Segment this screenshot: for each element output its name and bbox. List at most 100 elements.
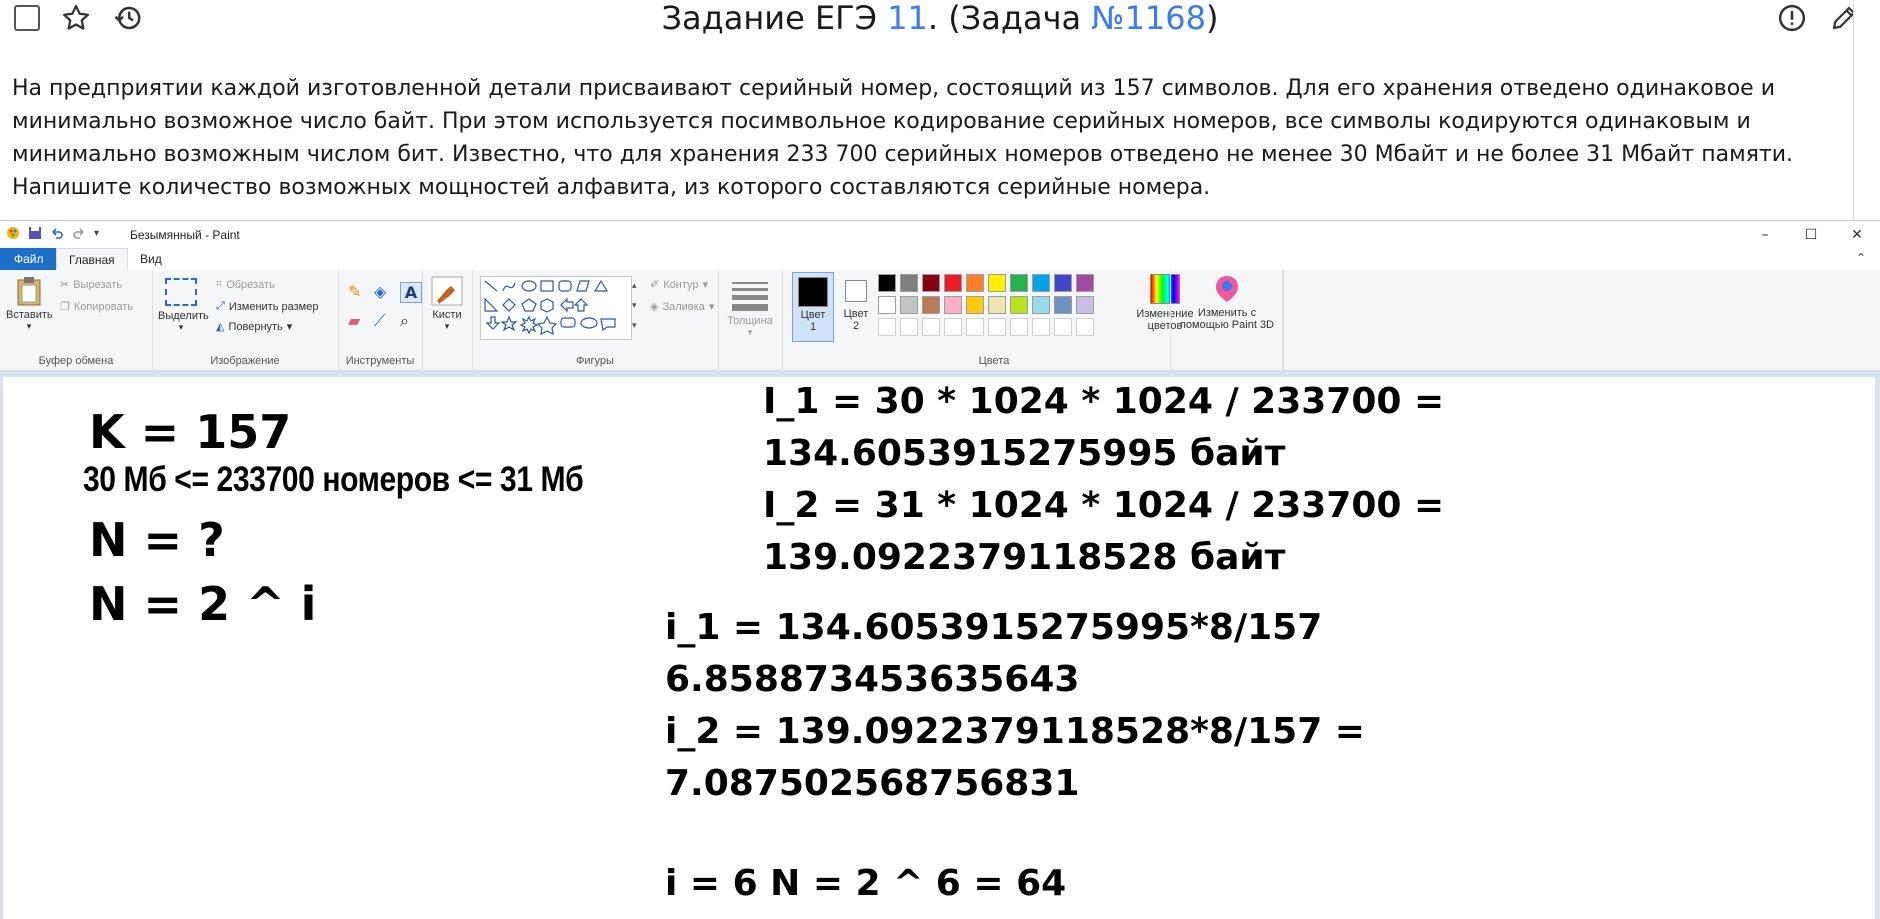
ribbon-tabs: Файл Главная Вид ⌃ bbox=[0, 248, 1880, 271]
color-picker-icon[interactable]: ⟋ bbox=[374, 311, 396, 331]
palette-swatch[interactable] bbox=[988, 318, 1006, 336]
palette-swatch[interactable] bbox=[1054, 274, 1072, 292]
scissors-icon: ✂ bbox=[60, 279, 70, 291]
ribbon-collapse-icon[interactable]: ⌃ bbox=[1856, 251, 1866, 265]
maximize-button[interactable]: ☐ bbox=[1788, 221, 1834, 249]
palette-swatch[interactable] bbox=[922, 318, 940, 336]
clipboard-icon bbox=[17, 277, 41, 306]
clipboard-group-label: Буфер обмена bbox=[38, 355, 114, 367]
palette-swatch[interactable] bbox=[1076, 296, 1094, 314]
crop-icon: ⌗ bbox=[216, 278, 223, 290]
paste-dropdown-icon[interactable]: ▾ bbox=[6, 321, 52, 332]
canvas-text-small-i1-a: i_1 = 134.6053915275995*8/157 bbox=[665, 607, 1323, 648]
crop-button[interactable]: ⌗ Обрезать bbox=[216, 278, 275, 291]
cut-button[interactable]: ✂ Вырезать bbox=[60, 278, 122, 292]
brushes-dropdown-icon[interactable]: ▾ bbox=[426, 321, 468, 332]
rotate-button[interactable]: ◭ Повернуть ▾ bbox=[216, 320, 293, 334]
palette-swatch[interactable] bbox=[1010, 318, 1028, 336]
palette-swatch[interactable] bbox=[944, 296, 962, 314]
fill-bucket-icon: ◈ bbox=[650, 301, 659, 313]
tab-home[interactable]: Главная bbox=[56, 248, 128, 271]
palette-swatch[interactable] bbox=[922, 274, 940, 292]
palette-swatch[interactable] bbox=[1010, 296, 1028, 314]
color1-button[interactable]: Цвет 1 bbox=[792, 272, 834, 342]
shapes-scroll[interactable]: ▴ ▾ ▾ bbox=[632, 276, 642, 336]
scrollbar[interactable] bbox=[1853, 0, 1880, 220]
color2-swatch bbox=[845, 280, 867, 302]
thickness-label: Толщина bbox=[727, 315, 773, 327]
canvas-text-n-question: N = ? bbox=[89, 513, 225, 567]
drawing-canvas[interactable]: K = 157 30 Мб <= 233700 номеров <= 31 Мб… bbox=[3, 377, 1875, 919]
header-right-actions bbox=[1776, 0, 1860, 36]
tab-view[interactable]: Вид bbox=[128, 248, 174, 270]
palette-swatch[interactable] bbox=[944, 318, 962, 336]
canvas-text-i2-b: 139.0922379118528 байт bbox=[763, 537, 1286, 578]
brushes-group: Кисти ▾ bbox=[422, 270, 473, 370]
palette-swatch[interactable] bbox=[878, 296, 896, 314]
tools-group-label: Инструменты bbox=[345, 355, 415, 367]
rotate-dropdown-icon[interactable]: ▾ bbox=[287, 320, 293, 333]
window-title: Безымянный - Paint bbox=[130, 228, 240, 242]
problem-number-link[interactable]: №1168 bbox=[1091, 0, 1206, 37]
task-number-link[interactable]: 11 bbox=[887, 0, 928, 37]
canvas-text-k: K = 157 bbox=[89, 405, 292, 459]
close-button[interactable]: ✕ bbox=[1834, 221, 1880, 249]
tab-file[interactable]: Файл bbox=[0, 248, 58, 270]
redo-icon[interactable] bbox=[72, 226, 86, 240]
outline-icon: ✐ bbox=[650, 279, 660, 291]
brushes-button[interactable]: Кисти ▾ bbox=[426, 276, 468, 332]
fill-button[interactable]: ◈ Заливка ▾ bbox=[650, 300, 714, 314]
palette-swatch[interactable] bbox=[966, 274, 984, 292]
resize-button[interactable]: ⤢ Изменить размер bbox=[216, 300, 318, 313]
palette-swatch[interactable] bbox=[1032, 274, 1050, 292]
canvas-text-small-i2-a: i_2 = 139.0922379118528*8/157 = bbox=[665, 711, 1365, 752]
undo-icon[interactable] bbox=[50, 226, 64, 240]
minimize-button[interactable]: – bbox=[1742, 221, 1788, 249]
rotate-label: Повернуть bbox=[228, 320, 283, 333]
text-icon[interactable]: A bbox=[400, 282, 422, 303]
title-suffix: ) bbox=[1206, 0, 1219, 37]
task-page: Задание ЕГЭ 11. (Задача №1168) На предпр… bbox=[0, 0, 1880, 220]
palette-swatch[interactable] bbox=[1054, 318, 1072, 336]
customize-toolbar-icon[interactable]: ▾ bbox=[94, 228, 99, 239]
outline-button[interactable]: ✐ Контур ▾ bbox=[650, 278, 708, 292]
paste-label: Вставить bbox=[6, 309, 53, 321]
palette-swatch[interactable] bbox=[878, 318, 896, 336]
eraser-icon[interactable]: ▰ bbox=[348, 311, 370, 331]
palette-swatch[interactable] bbox=[1054, 296, 1072, 314]
palette-swatch[interactable] bbox=[966, 318, 984, 336]
color-palette bbox=[878, 274, 1098, 344]
palette-swatch[interactable] bbox=[966, 296, 984, 314]
palette-swatch[interactable] bbox=[900, 296, 918, 314]
shapes-gallery[interactable] bbox=[480, 276, 632, 340]
palette-swatch[interactable] bbox=[1010, 274, 1028, 292]
palette-swatch[interactable] bbox=[900, 274, 918, 292]
palette-swatch[interactable] bbox=[1032, 318, 1050, 336]
select-label: Выделить bbox=[158, 310, 209, 322]
palette-swatch[interactable] bbox=[988, 296, 1006, 314]
palette-swatch[interactable] bbox=[878, 274, 896, 292]
palette-swatch[interactable] bbox=[922, 296, 940, 314]
palette-swatch[interactable] bbox=[1076, 318, 1094, 336]
color2-button[interactable]: Цвет 2 bbox=[836, 272, 876, 340]
fill-icon[interactable]: ◈ bbox=[374, 282, 396, 303]
palette-swatch[interactable] bbox=[944, 274, 962, 292]
report-icon[interactable] bbox=[1776, 2, 1808, 34]
select-dropdown-icon[interactable]: ▾ bbox=[158, 322, 204, 333]
ribbon: Вставить ▾ ✂ Вырезать ❐ Копировать Буфер о… bbox=[0, 270, 1880, 371]
paste-button[interactable]: Вставить ▾ bbox=[6, 276, 53, 332]
palette-swatch[interactable] bbox=[900, 318, 918, 336]
copy-button[interactable]: ❐ Копировать bbox=[60, 300, 133, 314]
palette-swatch[interactable] bbox=[988, 274, 1006, 292]
palette-swatch[interactable] bbox=[1076, 274, 1094, 292]
palette-swatch[interactable] bbox=[1032, 296, 1050, 314]
paint3d-button[interactable]: Изменить с помощью Paint 3D bbox=[1175, 274, 1279, 331]
thickness-button[interactable]: Толщина ▾ bbox=[726, 278, 774, 338]
canvas-text-small-i2-b: 7.087502568756831 bbox=[665, 763, 1080, 804]
canvas-text-answer: i = 6 N = 2 ^ 6 = 64 bbox=[665, 863, 1067, 904]
magnifier-icon[interactable]: ⌕ bbox=[400, 311, 422, 331]
pencil-icon[interactable]: ✎ bbox=[348, 282, 370, 303]
save-icon[interactable] bbox=[28, 226, 42, 240]
canvas-text-small-i1-b: 6.858873453635643 bbox=[665, 659, 1080, 700]
select-button[interactable]: Выделить ▾ bbox=[158, 276, 209, 333]
